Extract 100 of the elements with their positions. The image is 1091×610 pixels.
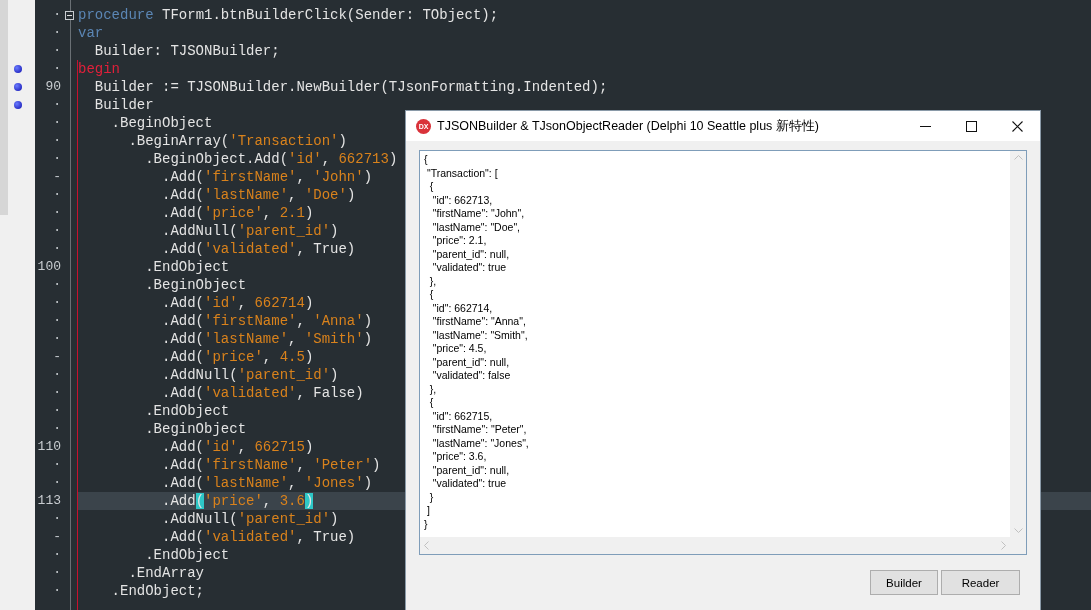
line-number: · <box>52 330 61 348</box>
line-number: · <box>52 42 61 60</box>
chevron-left-icon[interactable] <box>424 541 429 550</box>
json-line: "validated": false <box>431 369 511 383</box>
line-number: · <box>52 222 61 240</box>
line-number: - <box>52 168 61 186</box>
line-number: · <box>52 546 61 564</box>
action-button[interactable]: Builder <box>870 570 938 595</box>
window-title: TJSONBuilder & TJsonObjectReader (Delphi 10 Seattle plus 新特性) <box>437 117 820 135</box>
code-line: .EndObject <box>144 546 230 564</box>
line-number: · <box>52 312 61 330</box>
code-line: .Add('price', 4.5) <box>161 348 314 366</box>
json-line: "id": 662714, <box>431 301 493 315</box>
json-line: "id": 662713, <box>431 193 493 207</box>
json-line: "validated": true <box>431 261 507 275</box>
line-number: · <box>52 402 61 420</box>
json-line: { <box>428 396 434 410</box>
line-number: - <box>52 528 61 546</box>
action-button[interactable]: Reader <box>941 570 1020 595</box>
code-line: .EndArray <box>127 564 205 582</box>
line-number: 100 <box>36 258 61 276</box>
code-line: .Add('firstName', 'Peter') <box>161 456 381 474</box>
chevron-down-icon[interactable] <box>1013 528 1023 533</box>
code-line: .AddNull('parent_id') <box>161 222 339 240</box>
code-line: .BeginObject <box>144 420 247 438</box>
json-line: "parent_id": null, <box>431 247 510 261</box>
line-number: · <box>52 420 61 438</box>
line-number: 110 <box>36 438 61 456</box>
line-number: - <box>52 348 61 366</box>
line-number: · <box>52 24 61 42</box>
line-number: · <box>52 456 61 474</box>
json-line: } <box>428 490 434 504</box>
json-line: { <box>428 288 434 302</box>
json-line: }, <box>428 274 437 288</box>
line-number: · <box>52 132 61 150</box>
json-line: "price": 4.5, <box>431 342 487 356</box>
chevron-right-icon[interactable] <box>1001 541 1006 550</box>
json-output-memo[interactable] <box>419 150 1027 555</box>
code-line: .EndObject; <box>110 582 205 600</box>
line-number: · <box>52 276 61 294</box>
json-line: { <box>428 180 434 194</box>
code-line: .Add('validated', False) <box>161 384 364 402</box>
json-line: "firstName": "Anna", <box>431 315 526 329</box>
json-line: }, <box>428 382 437 396</box>
json-line: "lastName": "Smith", <box>431 328 528 342</box>
code-line: .BeginArray('Transaction') <box>127 132 347 150</box>
json-line: "parent_id": null, <box>431 463 510 477</box>
line-number: · <box>52 474 61 492</box>
code-line: procedure TForm1.btnBuilderClick(Sender: TObject); <box>78 6 499 24</box>
json-line: "lastName": "Jones", <box>431 436 529 450</box>
line-number: · <box>52 510 61 528</box>
code-line: Builder := TJSONBuilder.NewBuilder(TJsonFormatting.Indented); <box>93 78 608 96</box>
code-line: Builder: TJSONBuilder; <box>93 42 280 60</box>
line-number: · <box>52 96 61 114</box>
scrollbar-thumb[interactable] <box>0 0 8 215</box>
line-number: 113 <box>36 492 61 510</box>
line-number: 90 <box>44 78 61 96</box>
code-line: .Add('id', 662715) <box>161 438 314 456</box>
line-number: · <box>52 114 61 132</box>
close-icon <box>1011 120 1023 132</box>
breakpoint-icon[interactable] <box>13 101 22 109</box>
code-line: .Add('firstName', 'John') <box>161 168 373 186</box>
minimize-icon <box>919 125 931 127</box>
line-number: · <box>52 240 61 258</box>
code-line: .BeginObject <box>144 276 247 294</box>
line-number: · <box>52 186 61 204</box>
line-number: · <box>52 204 61 222</box>
json-line: "firstName": "Peter", <box>431 423 527 437</box>
json-line: "price": 2.1, <box>431 234 487 248</box>
code-line: .EndObject <box>144 258 230 276</box>
code-line: .Add('id', 662714) <box>161 294 314 312</box>
line-number: · <box>52 60 61 78</box>
breakpoint-icon[interactable] <box>13 83 22 91</box>
json-line: { <box>424 153 428 167</box>
code-line: .Add('firstName', 'Anna') <box>161 312 373 330</box>
code-line: Builder <box>93 96 154 114</box>
line-number: · <box>52 294 61 312</box>
line-number: · <box>52 564 61 582</box>
line-number: · <box>52 6 61 24</box>
breakpoint-icon[interactable] <box>13 65 22 73</box>
json-line: "Transaction": [ <box>425 166 498 180</box>
collapse-icon[interactable] <box>65 10 74 20</box>
json-line: ] <box>425 504 430 518</box>
json-line: "validated": true <box>431 477 507 491</box>
code-line: .Add('lastName', 'Doe') <box>161 186 356 204</box>
code-line: .Add('validated', True) <box>161 528 356 546</box>
line-number: · <box>52 582 61 600</box>
chevron-up-icon[interactable] <box>1013 155 1023 160</box>
json-line: "firstName": "John", <box>431 207 525 221</box>
code-line: .Add('validated', True) <box>161 240 356 258</box>
json-line: "price": 3.6, <box>431 450 487 464</box>
code-line: .BeginObject.Add('id', 662713) <box>144 150 398 168</box>
json-line: "parent_id": null, <box>431 355 510 369</box>
code-line: .AddNull('parent_id') <box>161 366 339 384</box>
json-line: "lastName": "Doe", <box>431 220 521 234</box>
code-line: begin <box>78 60 120 78</box>
line-number: · <box>52 384 61 402</box>
code-line: .Add('price', 2.1) <box>161 204 314 222</box>
line-number: · <box>52 150 61 168</box>
code-line: .Add('lastName', 'Smith') <box>161 330 373 348</box>
